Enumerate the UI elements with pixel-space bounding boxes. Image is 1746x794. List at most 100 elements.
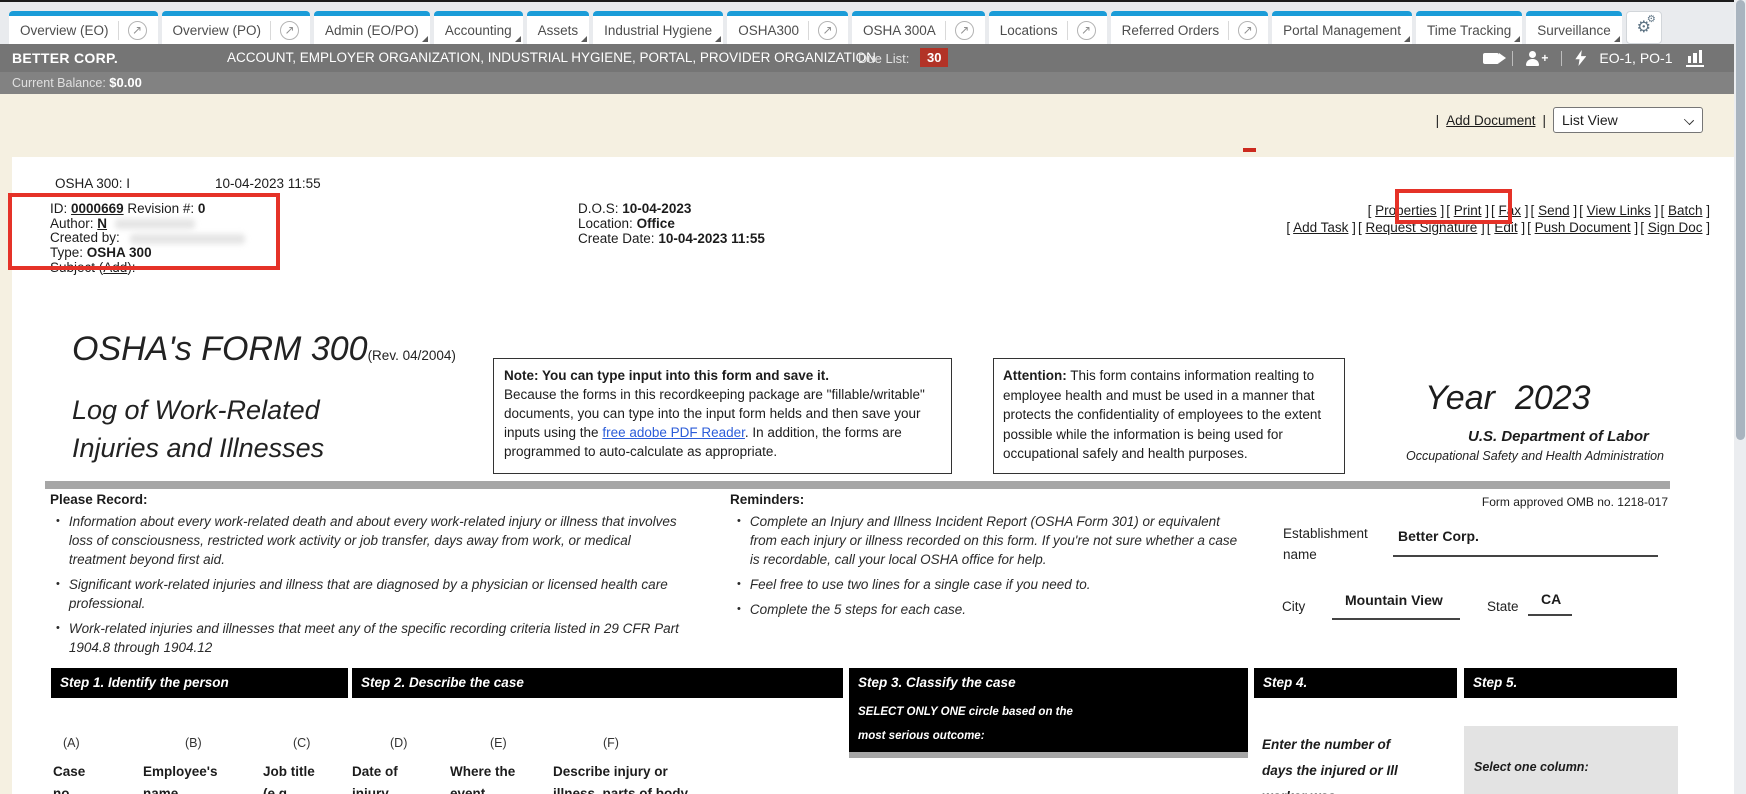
step4-header: Step 4.: [1254, 668, 1457, 698]
doc-title-date: 10-04-2023 11:55: [215, 176, 321, 191]
dropdown-corner-icon: [1404, 36, 1410, 42]
column-label: illness, parts of body: [553, 786, 688, 794]
tab-label: Industrial Hygiene: [604, 23, 712, 38]
column-letter: (B): [185, 736, 202, 750]
attention-bold: Attention:: [1003, 368, 1067, 383]
due-list-label: Due List:: [858, 51, 909, 66]
column-label: Employee's: [143, 764, 218, 779]
video-camera-icon[interactable]: [1483, 53, 1499, 64]
lightning-bolt-icon[interactable]: [1575, 50, 1586, 66]
tab-time-tracking[interactable]: Time Tracking: [1416, 11, 1522, 44]
annotation-red-dash: [1243, 148, 1256, 152]
step3-subtext-2: most serious outcome:: [858, 730, 985, 742]
bullet-item: Complete an Injury and Illness Incident …: [737, 512, 1242, 569]
tab-accounting[interactable]: Accounting: [434, 11, 523, 44]
step3-gray-bar: [849, 752, 1248, 758]
due-list-count-badge[interactable]: 30: [920, 48, 948, 67]
section-divider: [45, 481, 1670, 489]
city-value[interactable]: Mountain View: [1345, 592, 1443, 608]
tab-label: Surveillance: [1537, 23, 1611, 38]
tab-osha300[interactable]: OSHA300↗: [727, 11, 848, 44]
batch-link[interactable]: Batch: [1668, 203, 1703, 218]
balance-bar: Current Balance: $0.00: [0, 72, 1734, 94]
tab-referred-orders[interactable]: Referred Orders ↗: [1111, 11, 1269, 44]
scrollbar-thumb[interactable]: [1736, 0, 1745, 440]
tab-overview-eo[interactable]: Overview (EO)↗: [9, 11, 158, 44]
external-link-icon[interactable]: ↗: [1067, 21, 1096, 40]
tab-assets[interactable]: Assets: [527, 11, 590, 44]
external-link-icon[interactable]: ↗: [808, 21, 837, 40]
column-label: Describe injury or: [553, 764, 668, 779]
push-document-link[interactable]: Push Document: [1535, 220, 1631, 235]
bullet-item: Complete the 5 steps for each case.: [737, 600, 1242, 619]
vertical-scrollbar[interactable]: [1734, 0, 1746, 794]
bar-chart-icon[interactable]: [1686, 50, 1705, 67]
please-record-label: Please Record:: [50, 492, 148, 507]
city-label: City: [1282, 599, 1305, 614]
state-label: State: [1487, 599, 1519, 614]
external-link-icon[interactable]: ↗: [1228, 21, 1257, 40]
external-link-icon[interactable]: ↗: [270, 21, 299, 40]
sign-doc-link[interactable]: Sign Doc: [1648, 220, 1703, 235]
reminders-label: Reminders:: [730, 492, 804, 507]
balance-value: $0.00: [109, 75, 142, 90]
add-task-link[interactable]: Add Task: [1293, 220, 1348, 235]
tab-industrial-hygiene[interactable]: Industrial Hygiene: [593, 11, 723, 44]
add-document-link[interactable]: Add Document: [1446, 113, 1535, 128]
step5-instruction: Select one column:: [1474, 760, 1589, 774]
tab-label: Accounting: [445, 23, 512, 38]
view-select-value: List View: [1562, 112, 1618, 128]
step4-instruction: Enter the number of days the injured or …: [1262, 732, 1404, 794]
pdf-reader-link[interactable]: free adobe PDF Reader: [602, 425, 745, 440]
tab-locations[interactable]: Locations ↗: [989, 11, 1107, 44]
establishment-name-label: Establishment name: [1283, 523, 1385, 565]
column-letter: (C): [293, 736, 310, 750]
column-label: Case: [53, 764, 85, 779]
main-tab-bar: Overview (EO)↗ Overview (PO)↗ Admin (EO/…: [0, 2, 1734, 44]
step3-header: Step 3. Classify the case SELECT ONLY ON…: [849, 668, 1248, 752]
doc-dos: D.O.S: 10-04-2023: [578, 201, 691, 216]
column-label: no.: [53, 786, 73, 794]
tab-admin-eo-po[interactable]: Admin (EO/PO): [314, 11, 430, 44]
tab-label: Referred Orders: [1122, 23, 1220, 38]
column-label: injury: [352, 786, 389, 794]
external-link-icon[interactable]: ↗: [118, 21, 147, 40]
view-select[interactable]: List View: [1553, 107, 1703, 133]
form-year: Year2023: [1425, 379, 1591, 418]
tab-surveillance[interactable]: Surveillance: [1526, 11, 1622, 44]
tab-label: Admin (EO/PO): [325, 23, 419, 38]
external-link-icon[interactable]: ↗: [945, 21, 974, 40]
company-name: BETTER CORP.: [12, 50, 118, 66]
osha-administration: Occupational Safety and Health Administr…: [1406, 449, 1664, 463]
step3-subtext-1: SELECT ONLY ONE circle based on the: [858, 706, 1073, 718]
send-link[interactable]: Send: [1538, 203, 1570, 218]
step2-header: Step 2. Describe the case: [352, 668, 843, 698]
tab-portal-management[interactable]: Portal Management: [1272, 11, 1412, 44]
column-letter: (D): [390, 736, 407, 750]
please-record-bullets: Information about every work-related dea…: [56, 512, 688, 657]
tab-osha300a[interactable]: OSHA 300A↗: [852, 11, 985, 44]
settings-gears-button[interactable]: ⚙⚙: [1626, 11, 1662, 44]
column-letter: (F): [603, 736, 619, 750]
dropdown-corner-icon: [515, 36, 521, 42]
step5-header: Step 5.: [1464, 668, 1677, 698]
state-value[interactable]: CA: [1541, 591, 1561, 607]
view-links-link[interactable]: View Links: [1587, 203, 1651, 218]
tab-label: Time Tracking: [1427, 23, 1511, 38]
form-subtitle-2: Injuries and Illnesses: [72, 433, 324, 464]
establishment-name-value[interactable]: Better Corp.: [1398, 528, 1479, 544]
account-header-bar: BETTER CORP. ACCOUNT, EMPLOYER ORGANIZAT…: [0, 44, 1734, 72]
form-title-rev: (Rev. 04/2004): [368, 348, 456, 363]
dropdown-corner-icon: [422, 36, 428, 42]
reminders-bullets: Complete an Injury and Illness Incident …: [737, 512, 1242, 619]
balance-label: Current Balance:: [12, 76, 106, 90]
add-person-icon[interactable]: +: [1526, 51, 1548, 66]
org-context: ACCOUNT, EMPLOYER ORGANIZATION, INDUSTRI…: [227, 50, 876, 65]
annotation-box-print-fax: [1395, 189, 1512, 224]
tab-label: Locations: [1000, 23, 1058, 38]
org-codes: EO-1, PO-1: [1599, 50, 1672, 66]
dropdown-corner-icon: [715, 36, 721, 42]
bullet-item: Information about every work-related dea…: [56, 512, 688, 569]
tab-overview-po[interactable]: Overview (PO)↗: [162, 11, 311, 44]
bullet-item: Feel free to use two lines for a single …: [737, 575, 1242, 594]
